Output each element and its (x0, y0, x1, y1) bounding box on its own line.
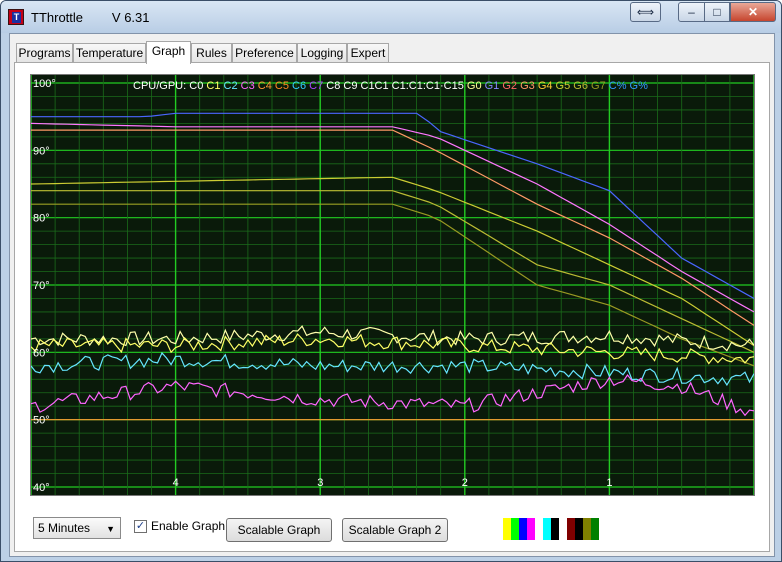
color-swatch[interactable] (535, 518, 543, 540)
y-tick-label: 100° (33, 78, 56, 90)
color-swatch[interactable] (591, 518, 599, 540)
legend-entry: G2 (499, 80, 517, 92)
legend-entry: G3 (517, 80, 535, 92)
legend-entry: C7 (306, 80, 323, 92)
color-swatches[interactable] (503, 518, 599, 540)
color-swatch[interactable] (583, 518, 591, 540)
legend-entry: C% (606, 80, 627, 92)
color-swatch[interactable] (567, 518, 575, 540)
tab-temperature[interactable]: Temperature (73, 43, 146, 63)
x-tick-label: 3 (317, 477, 323, 489)
tab-rules[interactable]: Rules (191, 43, 232, 63)
x-tick-label: 1 (606, 477, 612, 489)
minimize-button[interactable]: ‒ (678, 2, 705, 22)
app-logo-icon: T (8, 9, 24, 25)
tab-preference[interactable]: Preference (232, 43, 297, 63)
legend-entry: C1 (203, 80, 220, 92)
color-swatch[interactable] (575, 518, 583, 540)
color-swatch[interactable] (543, 518, 551, 540)
client-area: Programs Temperature Graph Rules Prefere… (9, 33, 775, 557)
legend-entry: C1C1 (357, 80, 388, 92)
color-swatch[interactable] (519, 518, 527, 540)
legend-entry: G5 (553, 80, 571, 92)
temperature-graph: 100° 90° 80° 70° 60° 50° 40° 4 3 2 1 CPU/GPU: C0 … (30, 74, 755, 496)
legend-entry: CPU/GPU: (133, 80, 186, 92)
legend-entry: C5 (272, 80, 289, 92)
legend-entry: C3 (238, 80, 255, 92)
legend-entry: G1 (482, 80, 500, 92)
duration-select[interactable]: 5 Minutes ▼ (33, 517, 121, 539)
tab-expert[interactable]: Expert (347, 43, 389, 63)
legend-entry: C9 (340, 80, 357, 92)
x-tick-label: 2 (462, 477, 468, 489)
duration-value: 5 Minutes (38, 521, 91, 535)
y-tick-label: 50° (33, 415, 50, 427)
color-swatch[interactable] (559, 518, 567, 540)
tab-graph[interactable]: Graph (146, 41, 191, 64)
y-axis-labels: 100° 90° 80° 70° 60° 50° 40° (33, 78, 56, 494)
enable-graph-checkbox[interactable]: ✓ (134, 520, 147, 533)
color-swatch[interactable] (551, 518, 559, 540)
graph-tab-panel: 100° 90° 80° 70° 60° 50° 40° 4 3 2 1 CPU/GPU: C0 … (14, 62, 770, 552)
legend-entry: G0 (464, 80, 482, 92)
x-tick-label: 4 (173, 477, 179, 489)
enable-graph-label[interactable]: Enable Graph (151, 519, 225, 533)
scalable-graph-2-button[interactable]: Scalable Graph 2 (342, 518, 448, 542)
legend-entry: C2 (220, 80, 237, 92)
legend-entry: G6 (570, 80, 588, 92)
y-tick-label: 60° (33, 347, 50, 359)
legend-entry: G7 (588, 80, 606, 92)
chevron-down-icon: ▼ (106, 524, 115, 534)
y-tick-label: 40° (33, 482, 50, 494)
title-bar[interactable]: T TThrottle V 6.31 ⟺ ‒ □ ✕ (1, 1, 781, 33)
y-tick-label: 90° (33, 145, 50, 157)
color-swatch[interactable] (527, 518, 535, 540)
legend-entry: C6 (289, 80, 306, 92)
tab-logging[interactable]: Logging (297, 43, 347, 63)
graph-legend: CPU/GPU: C0 C1 C2 C3 C4 C5 C6 C7 C8 C9 C… (133, 80, 648, 92)
scalable-graph-button[interactable]: Scalable Graph (226, 518, 332, 542)
resize-swap-button[interactable]: ⟺ (630, 2, 661, 22)
color-swatch[interactable] (511, 518, 519, 540)
legend-entry: C1:C1:C1·C15 (389, 80, 464, 92)
y-tick-label: 70° (33, 280, 50, 292)
legend-entry: C0 (186, 80, 203, 92)
app-window: T TThrottle V 6.31 ⟺ ‒ □ ✕ Programs Temp… (0, 0, 782, 562)
color-swatch[interactable] (503, 518, 511, 540)
legend-entry: G% (626, 80, 648, 92)
window-title: TThrottle V 6.31 (31, 10, 150, 25)
tab-programs[interactable]: Programs (16, 43, 73, 63)
legend-entry: C4 (255, 80, 272, 92)
graph-grid (31, 75, 754, 495)
graph-canvas: 100° 90° 80° 70° 60° 50° 40° 4 3 2 1 CPU/GPU: C0 … (31, 75, 754, 495)
legend-entry: C8 (323, 80, 340, 92)
maximize-button[interactable]: □ (704, 2, 730, 22)
legend-entry: G4 (535, 80, 553, 92)
close-button[interactable]: ✕ (730, 2, 776, 22)
y-tick-label: 80° (33, 213, 50, 225)
